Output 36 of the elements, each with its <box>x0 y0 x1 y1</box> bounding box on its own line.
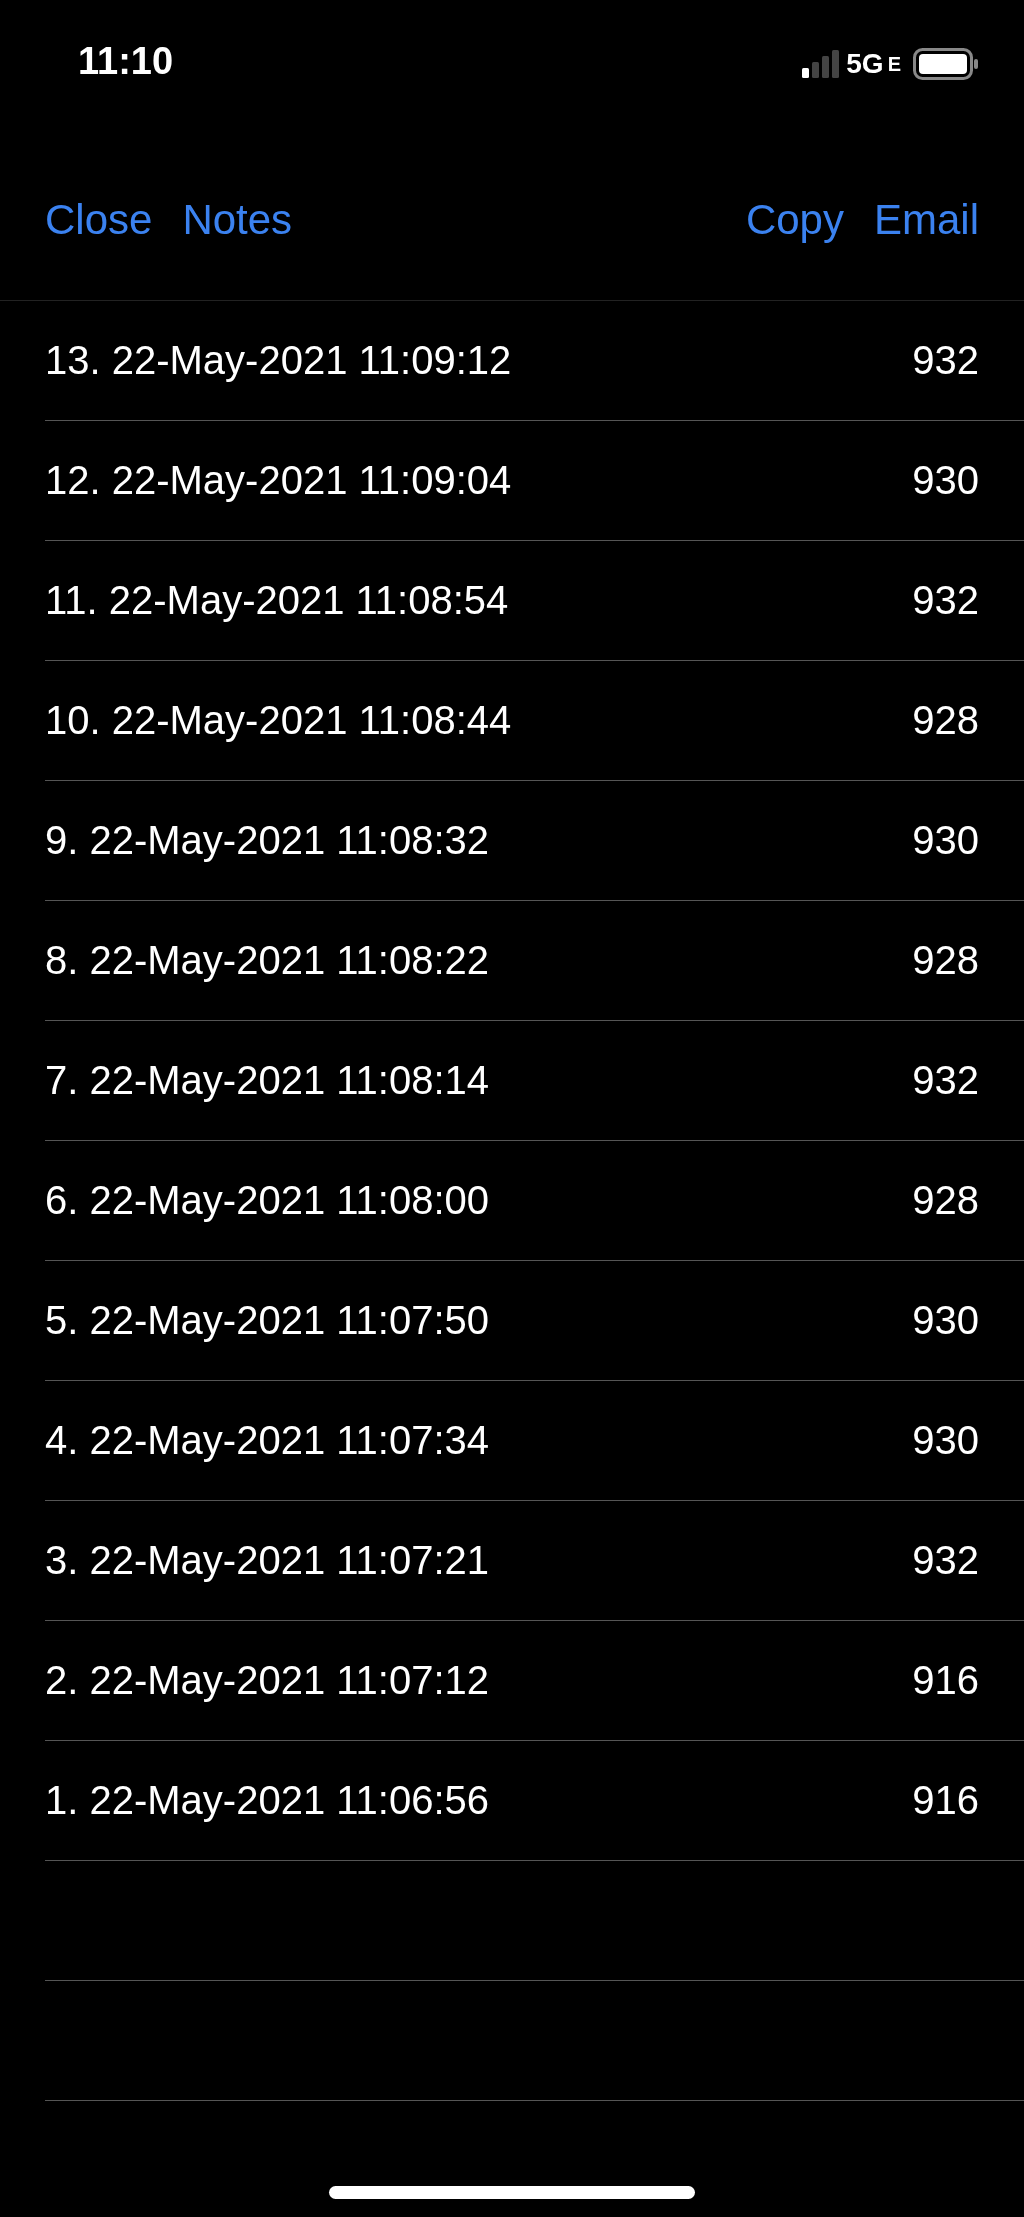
entry-label: 9. 22-May-2021 11:08:32 <box>45 818 489 863</box>
entry-label: 5. 22-May-2021 11:07:50 <box>45 1298 489 1343</box>
nav-button[interactable]: Close <box>45 196 153 244</box>
entry-label: 8. 22-May-2021 11:08:22 <box>45 938 489 983</box>
entry-label: 12. 22-May-2021 11:09:04 <box>45 458 512 503</box>
entry-label: 10. 22-May-2021 11:08:44 <box>45 698 512 743</box>
entry-value: 930 <box>912 818 979 863</box>
nav-button[interactable]: Email <box>873 196 979 244</box>
home-indicator[interactable] <box>329 2186 695 2199</box>
entry-label: 1. 22-May-2021 11:06:56 <box>45 1778 489 1823</box>
entry-value: 916 <box>912 1658 979 1703</box>
entry-label: 4. 22-May-2021 11:07:34 <box>45 1418 489 1463</box>
status-time: 11:10 <box>78 40 174 83</box>
network-label: 5G <box>846 48 884 80</box>
entry-value: 932 <box>912 338 979 383</box>
entry-label: 2. 22-May-2021 11:07:12 <box>45 1658 489 1703</box>
nav-button[interactable]: Copy <box>745 196 844 244</box>
entry-value: 916 <box>912 1778 979 1823</box>
signal-icon <box>802 50 841 78</box>
battery-icon <box>913 48 979 80</box>
entry-value: 928 <box>912 1178 979 1223</box>
entry-value: 930 <box>912 1298 979 1343</box>
entry-value: 928 <box>912 938 979 983</box>
entry-value: 930 <box>912 458 979 503</box>
nav-button[interactable]: Notes <box>182 196 293 244</box>
entry-value: 932 <box>912 1538 979 1583</box>
entry-label: 3. 22-May-2021 11:07:21 <box>45 1538 489 1583</box>
entry-label: 6. 22-May-2021 11:08:00 <box>45 1178 489 1223</box>
entry-value: 930 <box>912 1418 979 1463</box>
entry-value: 932 <box>912 578 979 623</box>
entry-label: 13. 22-May-2021 11:09:12 <box>45 338 512 383</box>
entry-label: 7. 22-May-2021 11:08:14 <box>45 1058 489 1103</box>
network-suffix: E <box>887 52 901 76</box>
entry-label: 11. 22-May-2021 11:08:54 <box>45 578 509 623</box>
entry-value: 928 <box>912 698 979 743</box>
entry-value: 932 <box>912 1058 979 1103</box>
